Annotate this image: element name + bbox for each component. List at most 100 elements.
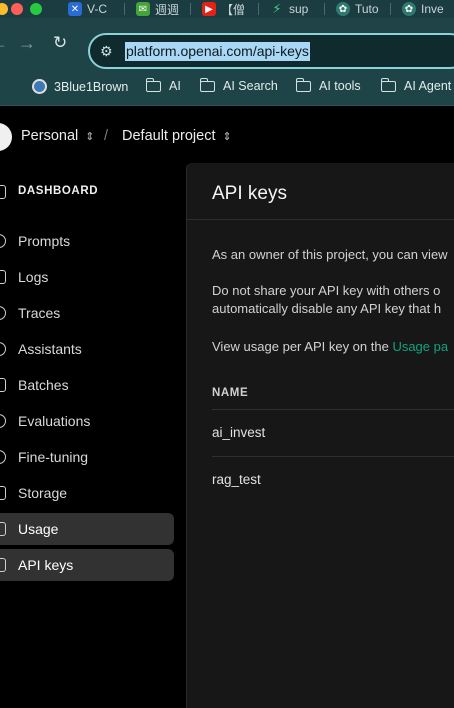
mail-icon: ✉ (136, 2, 150, 16)
sidebar-item-label: Prompts (18, 233, 71, 249)
browser-tab[interactable]: ⚡ sup (270, 0, 308, 18)
sidebar-item-label: API keys (18, 557, 74, 573)
browser-tab[interactable]: ✿ Tuto (336, 0, 379, 18)
bookmark-folder-ai-tools[interactable]: AI tools (295, 77, 361, 93)
folder-icon (380, 77, 396, 92)
openai-icon: ✿ (402, 2, 416, 16)
sidebar-item-label: Evaluations (18, 413, 91, 429)
youtube-icon: ▶ (202, 2, 216, 16)
avatar[interactable] (0, 123, 12, 151)
org-switcher[interactable]: Personal ⇕ (21, 128, 94, 144)
main-panel: API keys As an owner of this project, yo… (186, 163, 454, 708)
traces-icon (0, 306, 6, 320)
sidebar-item-fine-tuning[interactable]: Fine-tuning (0, 441, 174, 473)
3b1b-icon (32, 79, 47, 94)
sidebar-item-batches[interactable]: Batches (0, 369, 174, 401)
usage-text-prefix: View usage per API key on the (212, 339, 393, 354)
sidebar-item-label: Batches (18, 377, 69, 393)
sidebar: DASHBOARD Prompts Logs Traces Assistants… (0, 162, 182, 703)
table-row: rag_test (212, 472, 261, 487)
prompts-icon (0, 234, 6, 248)
sidebar-item-storage[interactable]: Storage (0, 477, 174, 509)
usage-page-link[interactable]: Usage pa (392, 339, 448, 354)
bookmark-label: AI tools (319, 79, 361, 93)
minimize-window-button[interactable] (0, 3, 8, 15)
breadcrumb-separator: / (104, 128, 109, 144)
fine-tuning-icon (0, 450, 6, 464)
sidebar-item-prompts[interactable]: Prompts (0, 225, 174, 257)
batches-icon (0, 378, 6, 392)
usage-text: View usage per API key on the Usage pa (212, 338, 448, 356)
dashboard-icon (0, 185, 6, 199)
browser-tab[interactable]: ✕ V-C (68, 0, 107, 18)
sidebar-item-label: Assistants (18, 341, 82, 357)
org-name: Personal (21, 128, 79, 144)
tab-divider (190, 3, 191, 15)
sidebar-item-logs[interactable]: Logs (0, 261, 174, 293)
sidebar-item-api-keys[interactable]: API keys (0, 549, 174, 581)
page-title: API keys (212, 183, 287, 204)
tab-divider (124, 3, 125, 15)
v-icon: ✕ (68, 2, 82, 16)
bookmark-folder-ai[interactable]: AI (145, 77, 181, 93)
bookmark-label: 3Blue1Brown (54, 79, 129, 94)
tab-divider (390, 3, 391, 15)
logs-icon (0, 270, 6, 284)
address-bar[interactable]: ⚙ platform.openai.com/api-keys (88, 33, 454, 69)
tab-label: V-C (87, 2, 108, 16)
sidebar-item-label: Fine-tuning (18, 449, 89, 465)
folder-icon (145, 77, 161, 92)
dashboard-section[interactable]: DASHBOARD (0, 178, 180, 206)
sidebar-item-label: Usage (18, 521, 59, 537)
project-switcher[interactable]: Default project ⇕ (122, 128, 232, 144)
evaluations-icon (0, 414, 6, 428)
app-header: Personal ⇕ / Default project ⇕ (0, 106, 454, 162)
folder-icon (295, 77, 311, 92)
bookmarks-bar: 3Blue1Brown AI AI Search AI tools AI Age… (0, 70, 454, 106)
browser-tab[interactable]: ▶ 【僧 (202, 0, 245, 18)
title-divider (187, 219, 454, 220)
browser-toolbar: ← → ↻ ⚙ platform.openai.com/api-keys (0, 18, 454, 70)
sidebar-item-assistants[interactable]: Assistants (0, 333, 174, 365)
sidebar-item-label: Logs (18, 269, 49, 285)
browser-tab[interactable]: ✉ 週週 (136, 0, 179, 18)
bookmark-folder-ai-search[interactable]: AI Search (199, 77, 278, 93)
bolt-icon: ⚡ (272, 1, 282, 16)
sidebar-item-label: Storage (18, 485, 68, 501)
sidebar-item-usage[interactable]: Usage (0, 513, 174, 545)
tab-divider (258, 3, 259, 15)
bookmark-label: AI Search (223, 79, 278, 93)
browser-tab[interactable]: ✿ Inve (402, 0, 444, 18)
warning-text-line-1: Do not share your API key with others o (212, 283, 441, 298)
close-window-button[interactable] (11, 3, 23, 15)
sidebar-item-evaluations[interactable]: Evaluations (0, 405, 174, 437)
tab-label: 【僧 (221, 2, 246, 17)
maximize-window-button[interactable] (30, 3, 42, 15)
back-arrow-icon[interactable]: ← (0, 33, 8, 53)
tab-divider (324, 3, 325, 15)
bookmark-3blue1brown[interactable]: 3Blue1Brown (32, 79, 128, 94)
intro-text: As an owner of this project, you can vie… (212, 247, 448, 262)
warning-text-line-2: automatically disable any API key that h (212, 301, 442, 316)
openai-icon: ✿ (336, 2, 350, 16)
usage-icon (0, 522, 6, 536)
bookmark-folder-ai-agent[interactable]: AI Agent (380, 77, 451, 93)
site-settings-icon[interactable]: ⚙ (100, 43, 113, 60)
reload-icon[interactable]: ↻ (53, 33, 67, 53)
sidebar-item-traces[interactable]: Traces (0, 297, 174, 329)
tab-label: Tuto (355, 2, 379, 16)
table-header-divider (212, 409, 454, 410)
table-row: ai_invest (212, 425, 266, 440)
lock-icon (0, 558, 6, 572)
tab-label: sup (289, 2, 309, 16)
bookmark-label: AI (169, 79, 181, 93)
project-name: Default project (122, 128, 216, 144)
forward-arrow-icon[interactable]: → (18, 33, 36, 53)
chevron-updown-icon: ⇕ (222, 130, 232, 143)
browser-tab-strip: ✕ V-C ✉ 週週 ▶ 【僧 ⚡ sup ✿ Tuto ✿ Inve (0, 0, 454, 18)
table-row-divider (212, 456, 454, 457)
tab-label: Inve (421, 2, 444, 16)
url-text[interactable]: platform.openai.com/api-keys (125, 42, 310, 61)
chevron-updown-icon: ⇕ (85, 130, 95, 143)
section-label: DASHBOARD (18, 185, 99, 197)
